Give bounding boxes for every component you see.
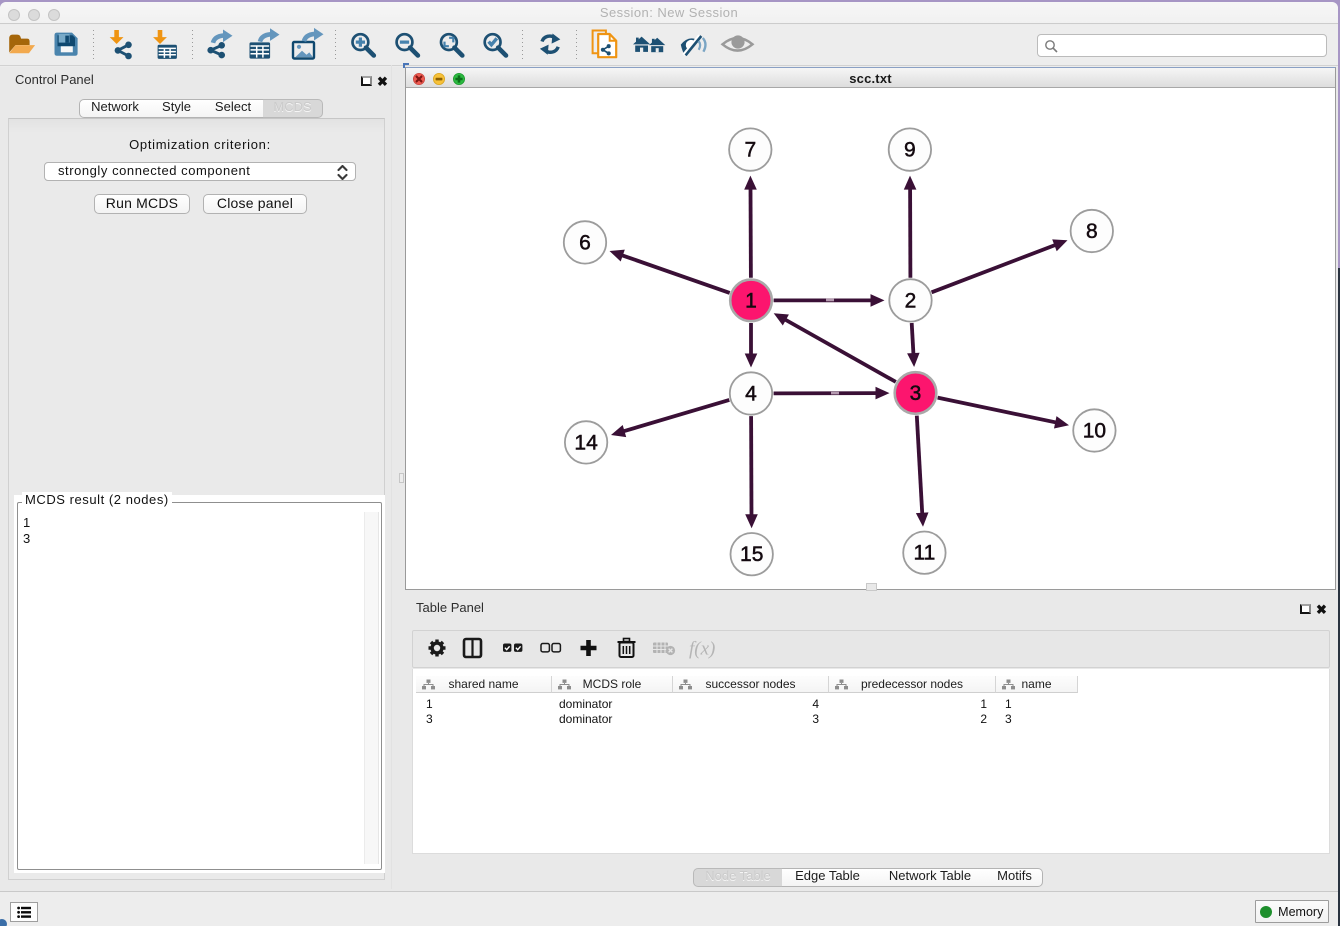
- svg-text:9: 9: [904, 139, 916, 162]
- svg-text:f(x): f(x): [689, 638, 715, 659]
- svg-text:15: 15: [740, 543, 763, 566]
- svg-text:6: 6: [579, 231, 591, 254]
- svg-text:3: 3: [910, 382, 922, 405]
- svg-text:7: 7: [744, 139, 756, 162]
- svg-text:14: 14: [574, 431, 598, 454]
- svg-text:4: 4: [745, 383, 757, 406]
- svg-text:10: 10: [1083, 420, 1106, 443]
- svg-text:8: 8: [1086, 220, 1098, 243]
- svg-text:1: 1: [745, 289, 757, 312]
- svg-text:11: 11: [913, 542, 935, 565]
- svg-text:2: 2: [905, 289, 917, 312]
